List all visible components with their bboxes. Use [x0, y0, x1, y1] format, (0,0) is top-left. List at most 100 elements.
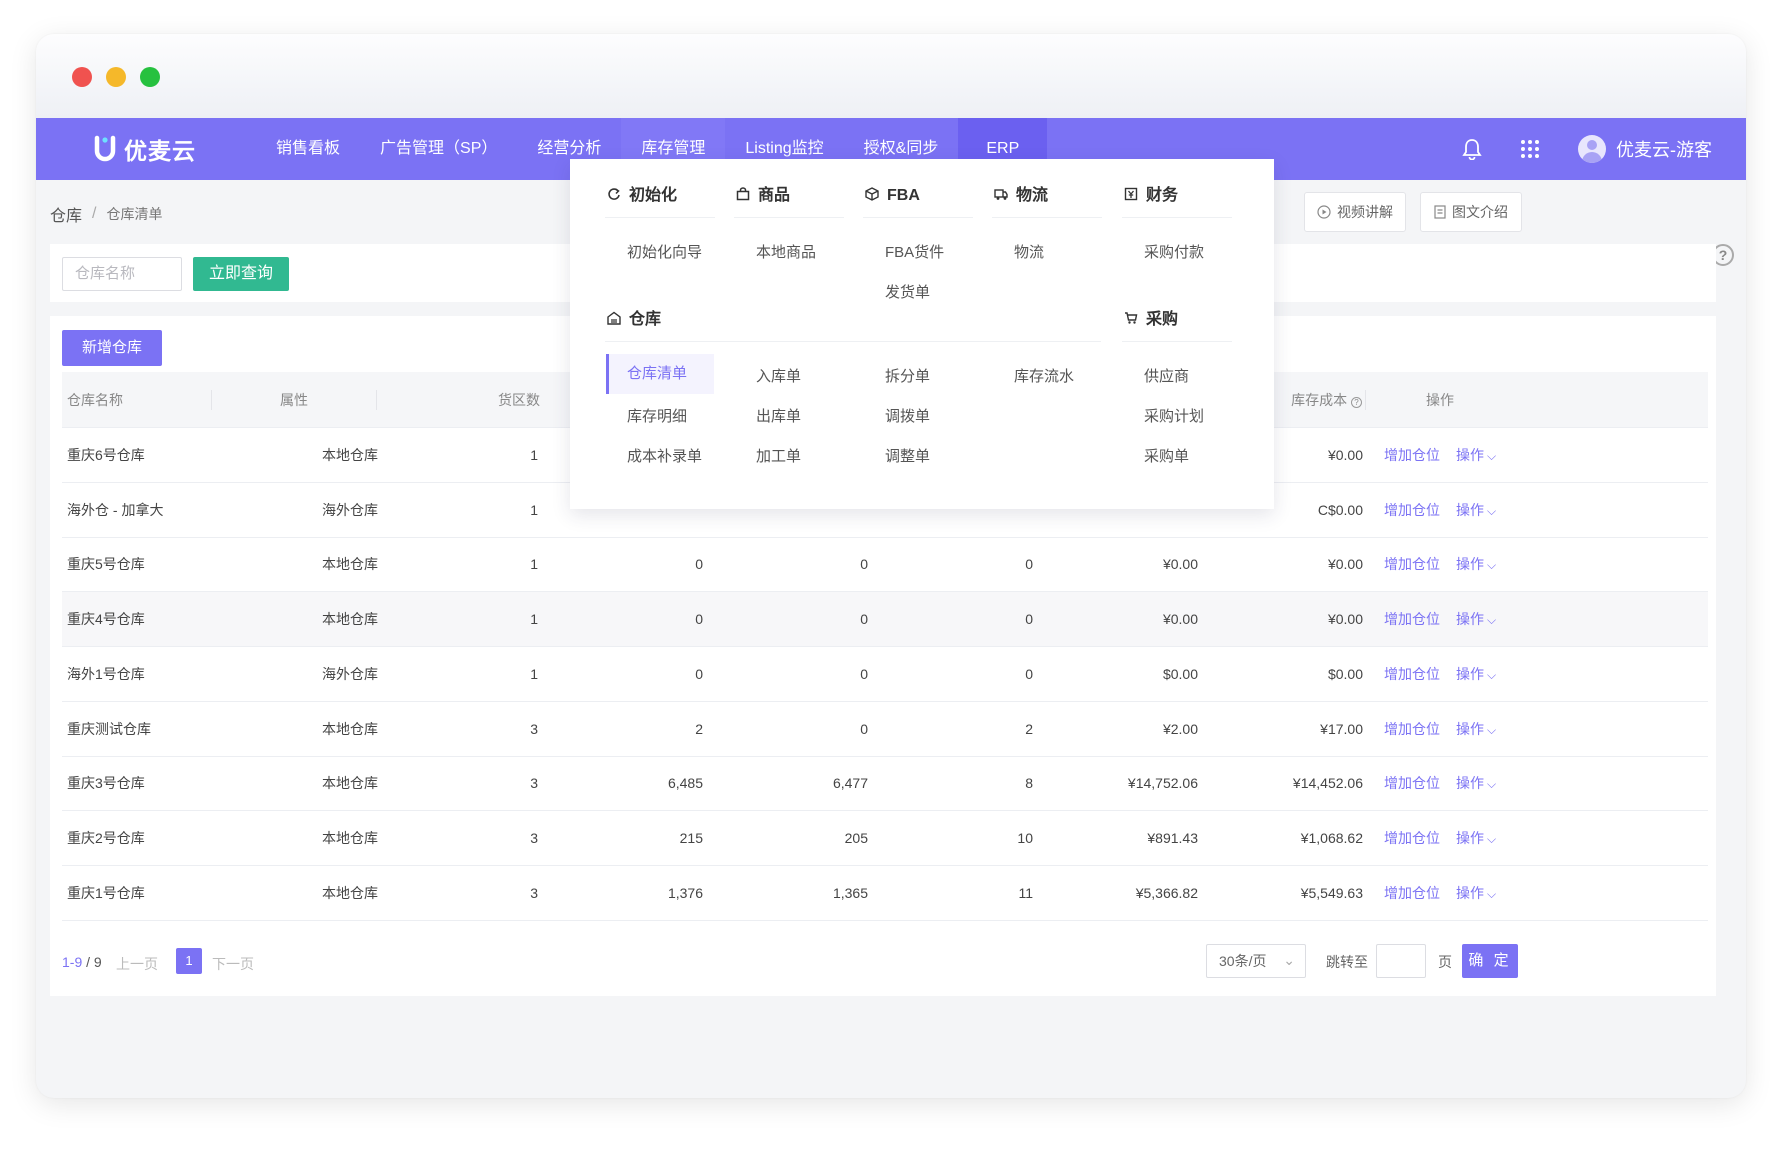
menu-item-transfer-order[interactable]: 调拨单 — [885, 405, 930, 426]
row-actions-dropdown[interactable]: 操作 ⌵ — [1456, 702, 1496, 757]
row-actions-dropdown[interactable]: 操作 ⌵ — [1456, 428, 1496, 483]
cell-zones: 1 — [530, 611, 538, 628]
menu-item-stock-in[interactable]: 入库单 — [756, 365, 801, 386]
cell-zones: 3 — [530, 775, 538, 792]
menu-item-split-order[interactable]: 拆分单 — [885, 365, 930, 386]
close-window-button[interactable] — [72, 67, 92, 87]
next-page-button[interactable]: 下一页 — [212, 954, 254, 974]
table-row: 重庆5号仓库 本地仓库 1 0 0 0 ¥0.00 ¥0.00 增加仓位 操作 ⌵ — [62, 537, 1708, 593]
bag-icon — [736, 187, 750, 201]
menu-item-adjust-order[interactable]: 调整单 — [885, 445, 930, 466]
add-slot-link[interactable]: 增加仓位 — [1384, 647, 1440, 702]
cell-col7: ¥14,752.06 — [1127, 775, 1198, 792]
nav-item-ads[interactable]: 广告管理（SP） — [360, 118, 517, 180]
menu-item-cost-adjust[interactable]: 成本补录单 — [627, 445, 702, 466]
menu-item-stock-flow[interactable]: 库存流水 — [1014, 365, 1074, 386]
menu-item-logistics[interactable]: 物流 — [1014, 241, 1044, 262]
prev-page-button[interactable]: 上一页 — [116, 954, 158, 974]
apps-grid-icon[interactable] — [1520, 139, 1540, 159]
column-header-zones[interactable]: 货区数 — [498, 372, 540, 428]
add-slot-link[interactable]: 增加仓位 — [1384, 866, 1440, 921]
cell-warehouse-name: 重庆测试仓库 — [67, 720, 151, 737]
nav-item-sales-board[interactable]: 销售看板 — [256, 118, 360, 180]
cell-zones: 1 — [530, 501, 538, 518]
page-size-select[interactable]: 30条/页 ⌄ — [1206, 944, 1306, 978]
add-slot-link[interactable]: 增加仓位 — [1384, 483, 1440, 538]
guide-button[interactable]: 图文介绍 — [1420, 192, 1522, 232]
row-actions-dropdown[interactable]: 操作 ⌵ — [1456, 647, 1496, 702]
menu-item-purchase-payment[interactable]: 采购付款 — [1144, 241, 1204, 262]
search-button[interactable]: 立即查询 — [193, 257, 289, 291]
column-header-cost-label: 库存成本 — [1291, 392, 1348, 408]
row-actions-dropdown[interactable]: 操作 ⌵ — [1456, 756, 1496, 811]
category-goods-label: 商品 — [758, 187, 791, 204]
row-actions-label: 操作 — [1456, 775, 1484, 792]
menu-item-local-goods[interactable]: 本地商品 — [756, 241, 816, 262]
row-actions-label: 操作 — [1456, 829, 1484, 846]
cell-col7: ¥5,366.82 — [1135, 884, 1198, 901]
cell-stock-cost: ¥0.00 — [1327, 611, 1363, 628]
category-finance-label: 财务 — [1146, 187, 1179, 204]
cell-col5: 205 — [844, 829, 868, 846]
row-actions-label: 操作 — [1456, 556, 1484, 573]
cell-col4: 0 — [695, 556, 703, 573]
add-slot-link[interactable]: 增加仓位 — [1384, 756, 1440, 811]
add-slot-link[interactable]: 增加仓位 — [1384, 811, 1440, 866]
warehouse-name-input[interactable]: 仓库名称 — [62, 257, 182, 291]
jump-confirm-button[interactable]: 确 定 — [1462, 944, 1518, 978]
table-row: 海外1号仓库 海外仓库 1 0 0 0 $0.00 $0.00 增加仓位 操作 ⌵ — [62, 647, 1708, 702]
chevron-down-icon: ⌵ — [1487, 831, 1497, 846]
chevron-down-icon: ⌵ — [1487, 613, 1497, 628]
table-row: 重庆1号仓库 本地仓库 3 1,376 1,365 11 ¥5,366.82 ¥5,549.6… — [62, 866, 1708, 921]
warehouse-icon — [607, 311, 621, 325]
add-slot-link[interactable]: 增加仓位 — [1384, 592, 1440, 647]
minimize-window-button[interactable] — [106, 67, 126, 87]
cell-zones: 3 — [530, 829, 538, 846]
video-tutorial-button[interactable]: 视频讲解 — [1304, 192, 1406, 232]
maximize-window-button[interactable] — [140, 67, 160, 87]
menu-item-fba-shipment[interactable]: FBA货件 — [885, 241, 944, 262]
row-actions-dropdown[interactable]: 操作 ⌵ — [1456, 866, 1496, 921]
category-purchase-label: 采购 — [1146, 311, 1179, 328]
breadcrumb-root[interactable]: 仓库 — [50, 202, 82, 226]
table-row: 重庆4号仓库 本地仓库 1 0 0 0 ¥0.00 ¥0.00 增加仓位 操作 ⌵ — [62, 592, 1708, 648]
category-warehouse-label: 仓库 — [629, 311, 662, 328]
row-actions-dropdown[interactable]: 操作 ⌵ — [1456, 483, 1496, 538]
column-header-attr[interactable]: 属性 — [280, 372, 308, 428]
menu-item-processing-order[interactable]: 加工单 — [756, 445, 801, 466]
row-actions-dropdown[interactable]: 操作 ⌵ — [1456, 592, 1496, 647]
category-fba: FBA — [863, 159, 973, 218]
menu-item-purchase-order[interactable]: 采购单 — [1144, 445, 1189, 466]
column-divider — [211, 390, 212, 410]
add-slot-link[interactable]: 增加仓位 — [1384, 702, 1440, 757]
column-header-name[interactable]: 仓库名称 — [67, 372, 123, 428]
cell-attribute: 本地仓库 — [322, 447, 378, 463]
user-menu[interactable]: 优麦云-游客 — [1578, 135, 1712, 163]
add-slot-link[interactable]: 增加仓位 — [1384, 537, 1440, 592]
menu-item-init-wizard[interactable]: 初始化向导 — [627, 241, 702, 262]
add-slot-link[interactable]: 增加仓位 — [1384, 428, 1440, 483]
document-icon — [1434, 205, 1446, 219]
avatar — [1578, 135, 1606, 163]
menu-item-purchase-plan[interactable]: 采购计划 — [1144, 405, 1204, 426]
row-actions-dropdown[interactable]: 操作 ⌵ — [1456, 537, 1496, 592]
cell-col7: ¥2.00 — [1162, 720, 1198, 737]
add-warehouse-button[interactable]: 新增仓库 — [62, 330, 162, 366]
cell-stock-cost: ¥5,549.63 — [1300, 884, 1363, 901]
menu-item-stock-out[interactable]: 出库单 — [756, 405, 801, 426]
cell-col5: 0 — [860, 556, 868, 573]
jump-page-input[interactable] — [1376, 944, 1426, 978]
cell-col5: 0 — [860, 665, 868, 682]
cell-warehouse-name: 重庆5号仓库 — [67, 556, 145, 573]
bell-icon[interactable] — [1462, 138, 1482, 160]
row-actions-dropdown[interactable]: 操作 ⌵ — [1456, 811, 1496, 866]
current-page-button[interactable]: 1 — [176, 948, 202, 974]
menu-item-stock-detail[interactable]: 库存明细 — [627, 405, 687, 426]
cell-col7: ¥891.43 — [1147, 829, 1198, 846]
cell-attribute: 本地仓库 — [322, 720, 378, 737]
breadcrumb-current: 仓库清单 — [106, 206, 163, 222]
menu-item-supplier[interactable]: 供应商 — [1144, 365, 1189, 386]
menu-item-warehouse-list[interactable]: 仓库清单 — [606, 354, 714, 394]
cell-attribute: 本地仓库 — [322, 556, 378, 573]
app-logo[interactable]: 优麦云 — [94, 132, 196, 166]
